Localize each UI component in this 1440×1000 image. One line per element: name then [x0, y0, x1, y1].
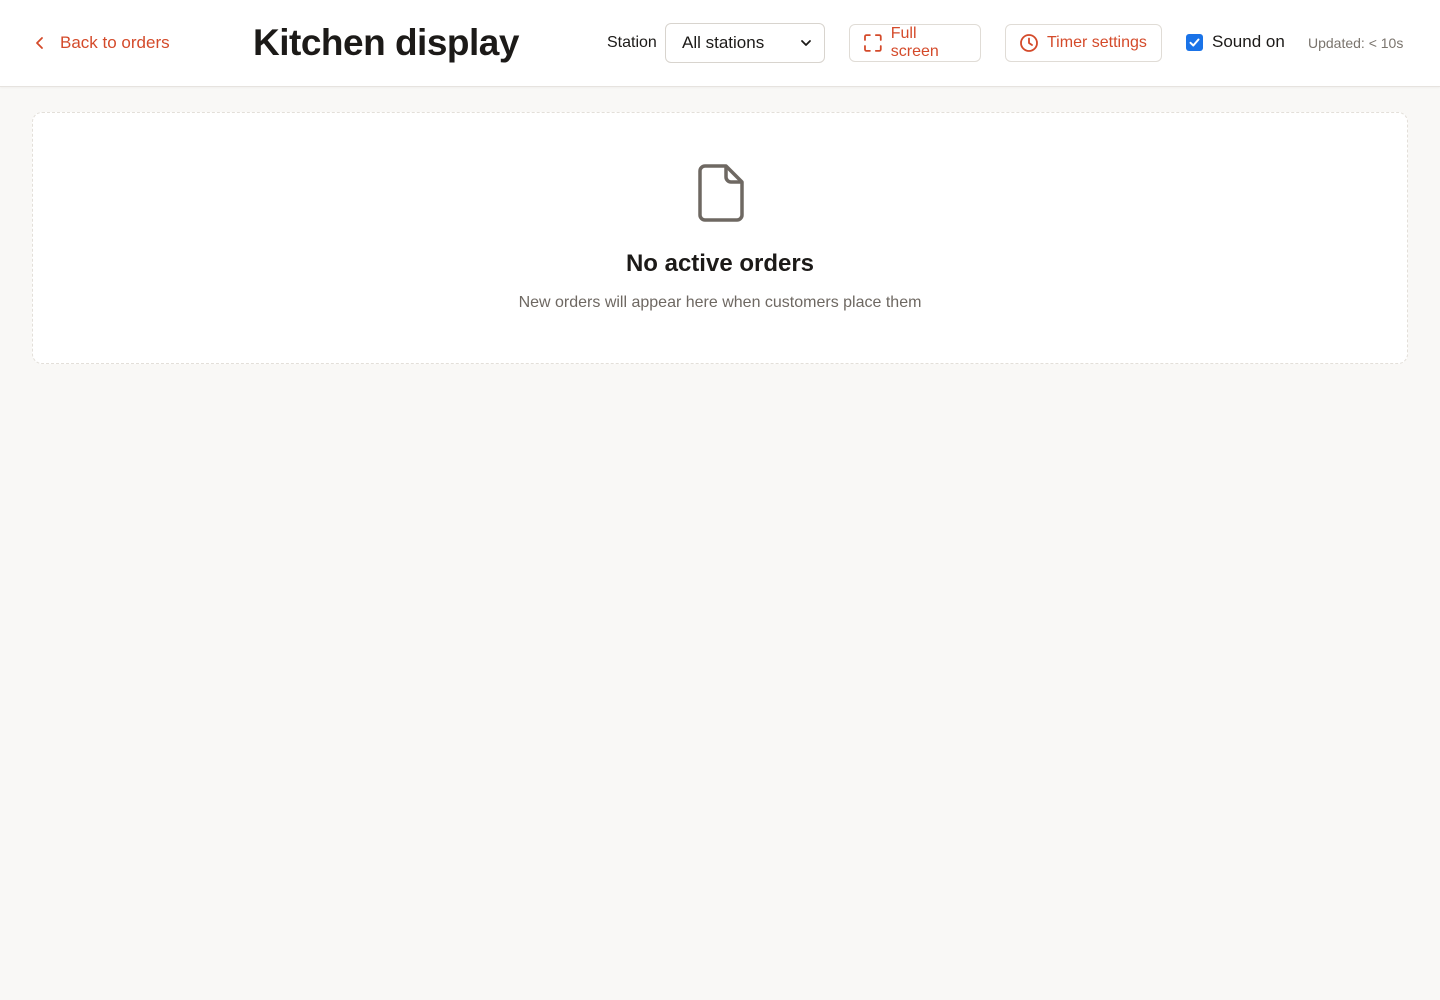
- back-to-orders-label: Back to orders: [60, 33, 170, 52]
- full-screen-label: Full screen: [890, 25, 939, 60]
- station-select-value: All stations: [682, 33, 765, 52]
- header-bar: Back to orders Kitchen display Station A…: [0, 0, 1440, 87]
- updated-status: Updated: < 10s: [1308, 35, 1404, 51]
- station-select[interactable]: All stations: [665, 23, 825, 63]
- page-title: Kitchen display: [253, 22, 519, 63]
- document-icon: [698, 164, 744, 222]
- empty-state-subtitle: New orders will appear here when custome…: [518, 294, 922, 311]
- timer-settings-button[interactable]: Timer settings: [1005, 24, 1162, 62]
- checkmark-icon: [1189, 38, 1200, 46]
- fullscreen-icon: [864, 34, 882, 52]
- timer-settings-label: Timer settings: [1047, 34, 1147, 51]
- sound-checkbox[interactable]: [1186, 33, 1203, 51]
- chevron-down-icon: [801, 40, 811, 46]
- empty-state-card: No active orders New orders will appear …: [32, 112, 1408, 364]
- back-to-orders-link[interactable]: Back to orders: [32, 30, 170, 56]
- empty-state-title: No active orders: [625, 250, 815, 277]
- full-screen-button[interactable]: Full screen: [849, 24, 981, 62]
- sound-toggle[interactable]: Sound on: [1186, 32, 1285, 52]
- sound-toggle-label: Sound on: [1212, 32, 1285, 51]
- clock-icon: [1020, 34, 1038, 52]
- chevron-left-icon: [36, 37, 43, 49]
- station-label: Station: [607, 34, 657, 51]
